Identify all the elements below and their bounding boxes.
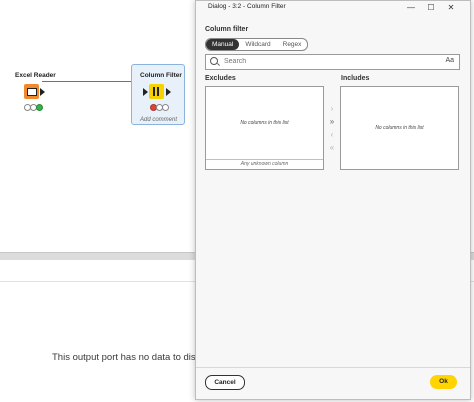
move-right-button[interactable]: › — [327, 104, 337, 114]
output-port-icon[interactable] — [40, 88, 45, 96]
cancel-button[interactable]: Cancel — [205, 375, 245, 390]
includes-empty-message: No columns in this list — [375, 125, 424, 131]
maximize-icon[interactable]: ☐ — [423, 2, 439, 13]
search-input[interactable] — [224, 56, 424, 67]
move-all-left-button[interactable]: « — [327, 143, 337, 153]
filter-mode-switch: Manual Wildcard Regex — [205, 38, 309, 51]
output-port-icon[interactable] — [166, 88, 171, 96]
ok-button[interactable]: Ok — [430, 375, 457, 389]
mode-wildcard-tab[interactable]: Wildcard — [239, 39, 276, 50]
footer-divider — [196, 367, 470, 368]
node-label-column-filter: Column Filter — [140, 72, 182, 79]
add-comment-link[interactable]: Add comment — [140, 117, 177, 123]
mode-regex-tab[interactable]: Regex — [277, 39, 308, 50]
move-left-button[interactable]: ‹ — [327, 130, 337, 140]
close-icon[interactable]: ✕ — [443, 2, 459, 13]
case-sensitive-toggle[interactable]: Aa — [445, 57, 454, 64]
column-filter-heading: Column filter — [205, 26, 249, 33]
status-dot-icon — [36, 104, 43, 111]
excludes-empty-message: No columns in this list — [240, 120, 289, 126]
includes-label: Includes — [341, 75, 370, 82]
search-field[interactable]: Aa — [205, 54, 460, 70]
minimize-icon[interactable]: — — [403, 2, 419, 13]
mode-manual-tab[interactable]: Manual — [206, 39, 240, 50]
excludes-list[interactable]: No columns in this list Any unknown colu… — [205, 86, 324, 170]
column-filter-dialog: Dialog - 3:2 - Column Filter — ☐ ✕ Colum… — [195, 0, 471, 400]
no-data-message: This output port has no data to display — [52, 352, 214, 363]
status-dot-icon — [162, 104, 169, 111]
search-icon — [210, 57, 218, 65]
includes-list[interactable]: No columns in this list — [340, 86, 459, 170]
excludes-label: Excludes — [205, 75, 236, 82]
node-label-excel-reader: Excel Reader — [15, 72, 56, 79]
input-port-icon[interactable] — [143, 88, 148, 96]
column-filter-icon[interactable] — [149, 84, 164, 99]
dialog-title: Dialog - 3:2 - Column Filter — [208, 3, 286, 10]
dialog-titlebar[interactable]: Dialog - 3:2 - Column Filter — ☐ ✕ — [196, 1, 470, 15]
excel-reader-icon[interactable] — [24, 84, 39, 99]
move-all-right-button[interactable]: » — [327, 117, 337, 127]
unknown-column-row[interactable]: Any unknown column — [206, 159, 323, 169]
